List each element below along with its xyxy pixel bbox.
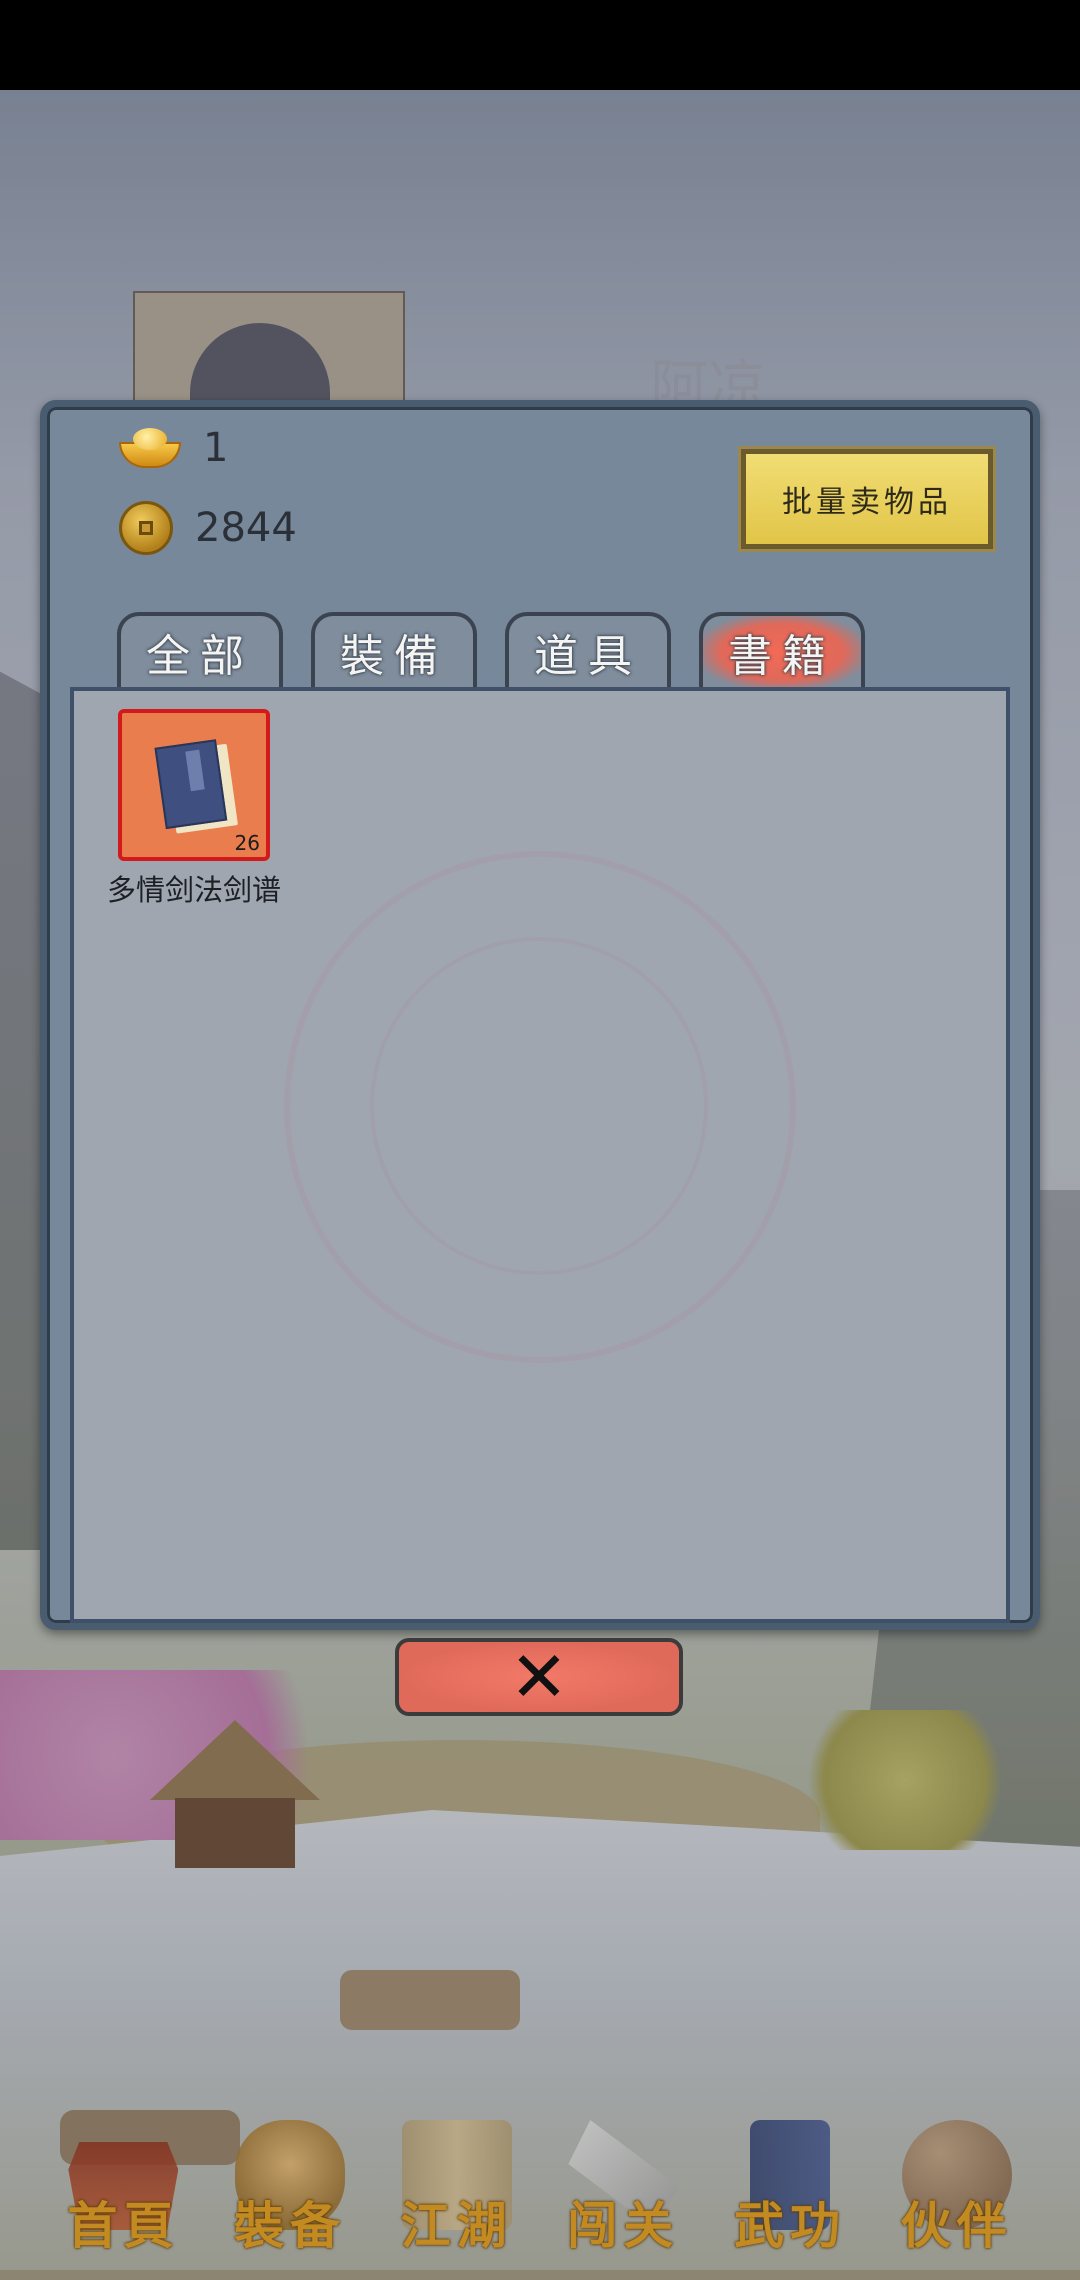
nav-label: 裝备 [233,2196,346,2255]
status-bar [0,0,1080,90]
nav-home[interactable]: 首頁 [48,2100,198,2280]
tab-equipment[interactable]: 裝備 [311,612,477,688]
inventory-item[interactable]: 26 多情剑法剑谱 [94,709,294,909]
nav-label: 江湖 [400,2196,513,2255]
nav-dungeon[interactable]: 闯关 [548,2100,698,2280]
nav-jianghu[interactable]: 江湖 [382,2100,532,2280]
item-count: 26 [234,831,260,855]
copper-coin-icon [119,501,173,555]
tab-props[interactable]: 道具 [505,612,671,688]
inventory-dialog: 1 2844 批量卖物品 全部 裝備 道具 書籍 26 多情剑法剑谱 [40,400,1040,1630]
item-name: 多情剑法剑谱 [106,873,281,907]
close-icon: ✕ [509,1636,569,1718]
close-button[interactable]: ✕ [395,1638,683,1716]
coin-amount: 2844 [195,505,297,551]
item-slot[interactable]: 26 [118,709,270,861]
gold-ingot-icon [119,428,181,468]
nav-partner[interactable]: 伙伴 [882,2100,1032,2280]
ingot-amount: 1 [203,425,229,471]
bulk-sell-button[interactable]: 批量卖物品 [738,446,996,552]
tab-books[interactable]: 書籍 [699,612,865,688]
watermark-emblem [284,851,796,1363]
nav-label: 闯关 [567,2196,680,2255]
coin-row: 2844 [119,501,297,555]
bottom-nav: 首頁 裝备 江湖 闯关 武功 伙伴 [0,2080,1080,2280]
ingot-row: 1 [119,425,228,471]
nav-label: 武功 [733,2196,846,2255]
inventory-tabs: 全部 裝備 道具 書籍 [117,612,865,688]
item-grid-panel: 26 多情剑法剑谱 [70,687,1010,1623]
nav-equipment[interactable]: 裝备 [215,2100,365,2280]
book-icon [154,739,239,834]
tab-all[interactable]: 全部 [117,612,283,688]
nav-label: 首頁 [67,2196,180,2255]
nav-label: 伙伴 [900,2196,1013,2255]
nav-martial-arts[interactable]: 武功 [715,2100,865,2280]
